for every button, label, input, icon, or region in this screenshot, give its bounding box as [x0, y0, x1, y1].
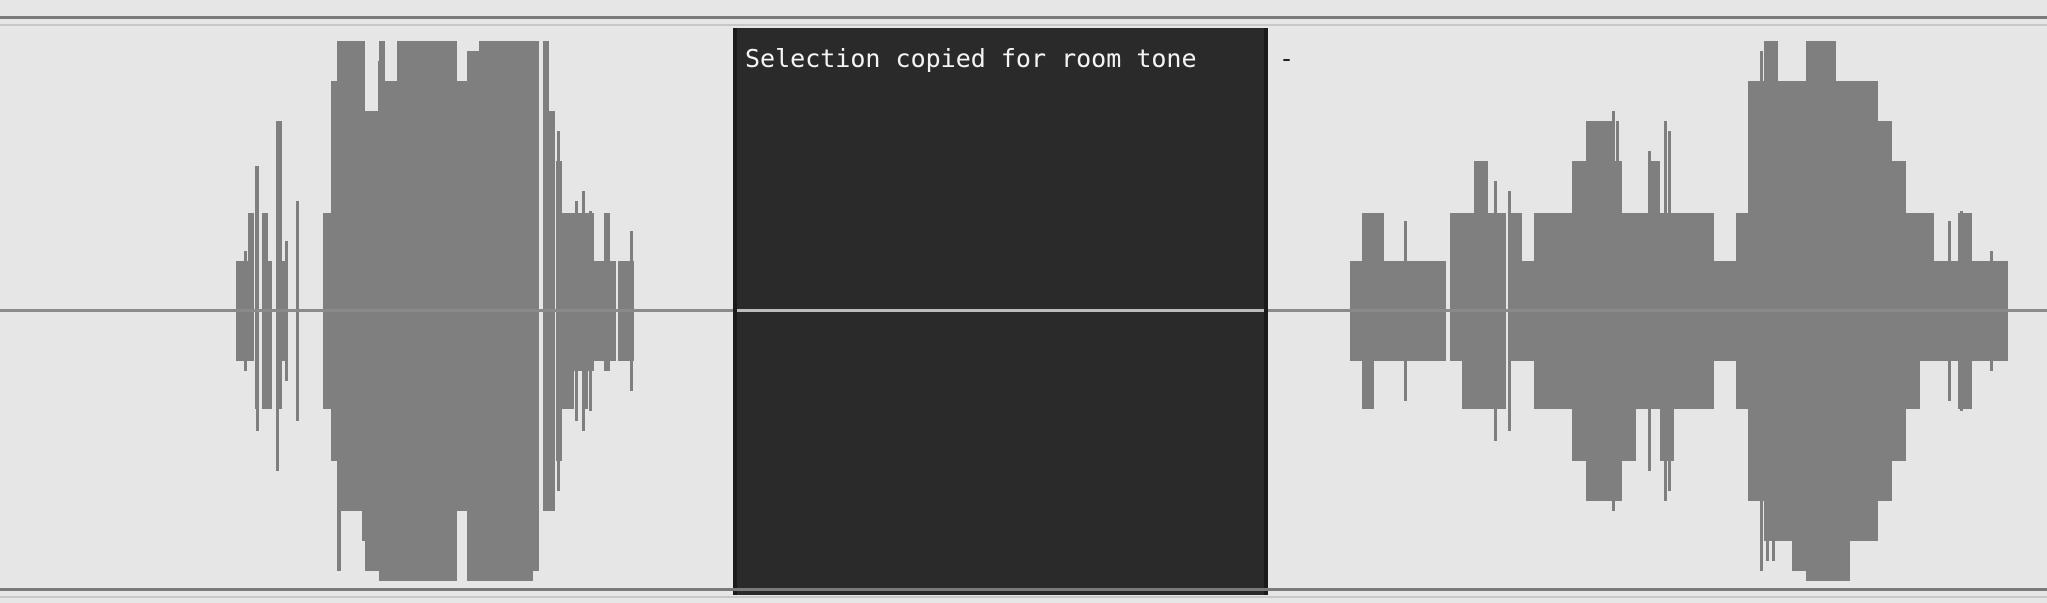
waveform-segment: [1374, 213, 1384, 361]
waveform-segment: [385, 81, 397, 581]
waveform-segment: [1450, 213, 1462, 361]
track-bottom-border: [0, 588, 2047, 591]
waveform-segment: [248, 213, 254, 361]
waveform-segment: [467, 51, 479, 581]
selection-region[interactable]: Selection copied for room tone: [733, 28, 1268, 595]
cursor-marker: -: [1279, 44, 1295, 73]
waveform-segment: [365, 111, 379, 571]
waveform-segment: [543, 41, 549, 511]
audio-editor-track-view[interactable]: Selection copied for room tone -: [0, 0, 2047, 603]
waveform-segment: [1920, 213, 1934, 361]
waveform-segment: [341, 41, 365, 511]
waveform-segment: [1836, 81, 1850, 581]
waveform-segment: [268, 261, 272, 409]
waveform-segment: [457, 81, 467, 511]
waveform-segment: [337, 41, 341, 571]
track-top-border: [0, 16, 2047, 19]
selection-zero-line: [737, 309, 1264, 312]
selection-label: Selection copied for room tone: [745, 44, 1197, 73]
track-bottom-border-inner: [0, 596, 2047, 598]
waveform-segment: [533, 41, 539, 571]
track-top-border-inner: [0, 24, 2047, 26]
waveform-segment: [604, 213, 610, 371]
waveform-segment: [1622, 213, 1636, 461]
waveform-segment: [1474, 161, 1488, 409]
